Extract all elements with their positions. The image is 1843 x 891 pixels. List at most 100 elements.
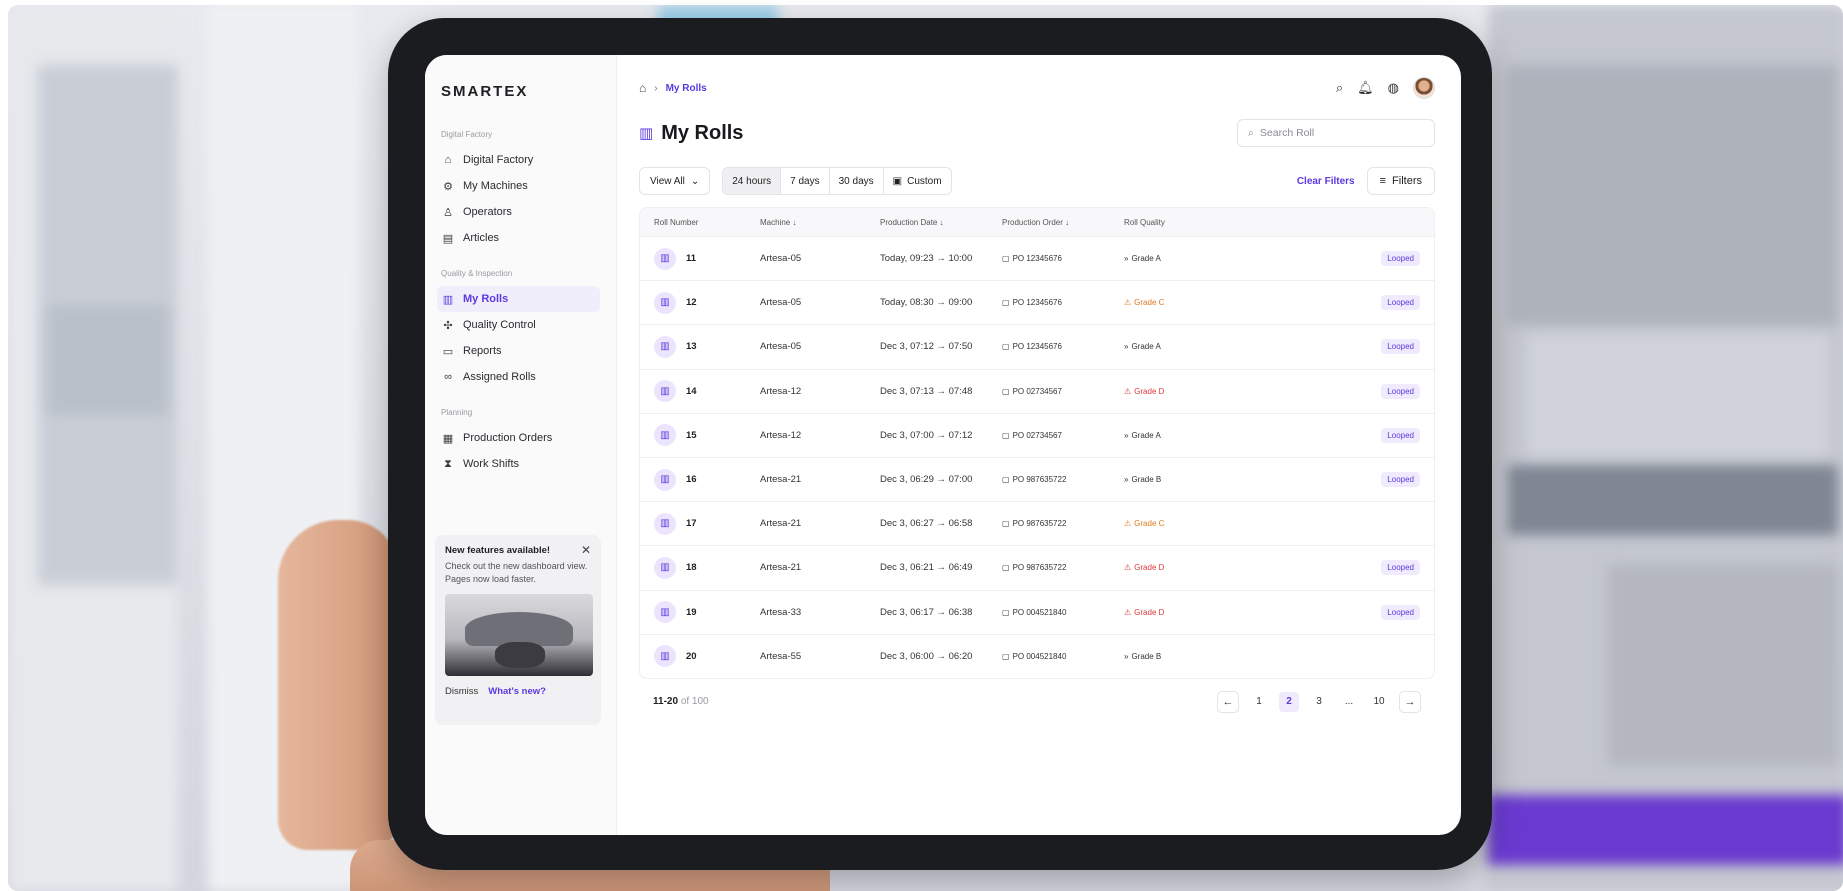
- page-button[interactable]: 10: [1369, 692, 1389, 712]
- machine-cell: Artesa-21: [760, 562, 802, 574]
- sidebar-item-reports[interactable]: ▭ Reports: [437, 338, 600, 364]
- range-custom[interactable]: ▣ Custom: [884, 168, 951, 194]
- status-badge: Looped: [1381, 339, 1420, 355]
- topbar: ⌂ › My Rolls ⌕ 🔔︎ ◍: [639, 77, 1435, 99]
- table-row[interactable]: ▥ 16 Artesa-21 Dec 3, 06:29 → 07:00 ▢ PO …: [640, 456, 1434, 501]
- arrow-right-icon[interactable]: →: [1399, 690, 1421, 713]
- machine-cell: Artesa-55: [760, 650, 802, 662]
- breadcrumb: ⌂ › My Rolls: [639, 81, 707, 95]
- sidebar-item-operators[interactable]: ♙ Operators: [437, 199, 600, 225]
- nav-section-label: Planning: [441, 408, 473, 417]
- grade-icon: ⚠: [1124, 607, 1132, 617]
- range-24-hours[interactable]: 24 hours: [723, 168, 782, 194]
- production-date-cell: Dec 3, 07:00 → 07:12: [880, 429, 973, 441]
- view-all-dropdown[interactable]: View All ⌄: [639, 167, 711, 195]
- production-order-cell: PO 004521840: [1012, 607, 1067, 617]
- status-badge: Looped: [1381, 295, 1420, 311]
- roll-icon: ▥: [654, 645, 676, 668]
- page-title: ▥ My Rolls: [639, 122, 743, 145]
- table-row[interactable]: ▥ 17 Artesa-21 Dec 3, 06:27 → 06:58 ▢ PO …: [640, 501, 1434, 545]
- bell-icon[interactable]: 🔔︎: [1357, 80, 1374, 96]
- machine-cell: Artesa-05: [760, 253, 802, 265]
- roll-icon: ▥: [654, 335, 676, 358]
- table-row[interactable]: ▥ 18 Artesa-21 Dec 3, 06:21 → 06:49 ▢ PO …: [640, 545, 1434, 589]
- page-button[interactable]: 3: [1309, 692, 1329, 712]
- sidebar-item-label: Digital Factory: [463, 154, 534, 166]
- header-roll-quality[interactable]: Roll Quality: [1124, 218, 1244, 227]
- roll-icon: ▥: [654, 512, 676, 535]
- roll-quality-cell: Grade D: [1134, 386, 1165, 396]
- production-date-cell: Dec 3, 06:29 → 07:00: [880, 474, 973, 486]
- order-icon: ▢: [1002, 430, 1010, 440]
- promo-body: Check out the new dashboard view. Pages …: [445, 561, 588, 584]
- sidebar-item-work-shifts[interactable]: ⧗ Work Shifts: [437, 451, 600, 477]
- page-button[interactable]: 1: [1249, 692, 1269, 712]
- sidebar-item-my-rolls[interactable]: ▥ My Rolls: [437, 286, 600, 312]
- sidebar-item-production-orders[interactable]: ▦ Production Orders: [437, 425, 600, 451]
- range-7-days[interactable]: 7 days: [781, 168, 830, 194]
- production-date-cell: Dec 3, 06:00 → 06:20: [880, 650, 973, 662]
- search-icon[interactable]: ⌕: [1336, 80, 1343, 96]
- status-badge: Looped: [1381, 472, 1420, 488]
- clipboard-icon: ▦: [442, 432, 454, 445]
- quality-icon: ✣: [443, 319, 453, 332]
- header-roll-number[interactable]: Roll Number: [640, 218, 760, 227]
- roll-icon: ▥: [654, 424, 676, 447]
- table-row[interactable]: ▥ 14 Artesa-12 Dec 3, 07:13 → 07:48 ▢ PO …: [640, 368, 1434, 413]
- sidebar-item-label: Quality Control: [463, 319, 536, 331]
- machine-cell: Artesa-12: [760, 385, 802, 397]
- header-machine[interactable]: Machine ↓: [760, 218, 880, 227]
- roll-number: 15: [686, 429, 697, 441]
- view-all-label: View All: [650, 175, 685, 187]
- sidebar-item-digital-factory[interactable]: ⌂ Digital Factory: [437, 147, 600, 173]
- main-content: ⌂ › My Rolls ⌕ 🔔︎ ◍ ▥ My Rolls ⌕ Search …: [617, 55, 1461, 835]
- operators-icon: ♙: [443, 206, 453, 219]
- nav-group: Planning ▦ Production Orders ⧗ Work Shifts: [437, 408, 600, 477]
- avatar[interactable]: [1413, 77, 1435, 99]
- filters-button[interactable]: ≡ Filters: [1366, 167, 1435, 195]
- table-row[interactable]: ▥ 11 Artesa-05 Today, 09:23 → 10:00 ▢ PO …: [640, 236, 1434, 280]
- table-row[interactable]: ▥ 13 Artesa-05 Dec 3, 07:12 → 07:50 ▢ PO …: [640, 324, 1434, 368]
- reports-icon: ▭: [442, 345, 454, 358]
- order-icon: ▢: [1002, 651, 1010, 661]
- close-icon[interactable]: ✕: [581, 543, 591, 557]
- sidebar-item-assigned-rolls[interactable]: ∞ Assigned Rolls: [437, 364, 600, 390]
- table-row[interactable]: ▥ 20 Artesa-55 Dec 3, 06:00 → 06:20 ▢ PO …: [640, 633, 1434, 678]
- production-order-cell: PO 12345676: [1012, 254, 1062, 264]
- whats-new-link[interactable]: What's new?: [488, 686, 546, 697]
- roll-quality-cell: Grade A: [1131, 254, 1161, 264]
- table-row[interactable]: ▥ 12 Artesa-05 Today, 08:30 → 09:00 ▢ PO …: [640, 280, 1434, 324]
- production-order-cell: PO 004521840: [1012, 651, 1067, 661]
- table-row[interactable]: ▥ 15 Artesa-12 Dec 3, 07:00 → 07:12 ▢ PO …: [640, 412, 1434, 457]
- table-body: ▥ 11 Artesa-05 Today, 09:23 → 10:00 ▢ PO …: [640, 236, 1434, 678]
- sidebar-item-label: Articles: [463, 232, 500, 244]
- hourglass-icon: ⧗: [444, 457, 452, 470]
- machine-cell: Artesa-05: [760, 297, 802, 309]
- grade-icon: »: [1124, 342, 1129, 352]
- search-input[interactable]: ⌕ Search Roll: [1237, 119, 1435, 147]
- home-icon[interactable]: ⌂: [639, 81, 646, 95]
- sidebar-item-quality-control[interactable]: ✣ Quality Control: [437, 312, 600, 338]
- dismiss-link[interactable]: Dismiss: [445, 686, 478, 697]
- header-production-order[interactable]: Production Order ↓: [1002, 218, 1124, 227]
- table-row[interactable]: ▥ 19 Artesa-33 Dec 3, 06:17 → 06:38 ▢ PO …: [640, 589, 1434, 634]
- filters-label: Filters: [1392, 175, 1422, 187]
- status-badge: Looped: [1381, 251, 1420, 267]
- grade-icon: ⚠: [1124, 298, 1132, 308]
- sidebar-item-articles[interactable]: ▤ Articles: [437, 225, 600, 251]
- promo-title: New features available!: [445, 545, 551, 556]
- status-badge: Looped: [1381, 560, 1420, 576]
- table-header: Roll Number Machine ↓ Production Date ↓ …: [640, 208, 1434, 236]
- range-30-days[interactable]: 30 days: [830, 168, 884, 194]
- roll-quality-cell: Grade C: [1134, 298, 1165, 308]
- globe-icon[interactable]: ◍: [1388, 80, 1399, 96]
- sidebar-item-my-machines[interactable]: ⚙ My Machines: [437, 173, 600, 199]
- machine-cell: Artesa-33: [760, 606, 802, 618]
- arrow-left-icon[interactable]: ←: [1217, 690, 1239, 713]
- header-production-date[interactable]: Production Date ↓: [880, 218, 1002, 227]
- clear-filters-link[interactable]: Clear Filters: [1297, 176, 1355, 187]
- order-icon: ▢: [1002, 386, 1010, 396]
- breadcrumb-current[interactable]: My Rolls: [666, 83, 707, 94]
- page-button[interactable]: 2: [1279, 691, 1299, 712]
- machine-cell: Artesa-21: [760, 518, 802, 530]
